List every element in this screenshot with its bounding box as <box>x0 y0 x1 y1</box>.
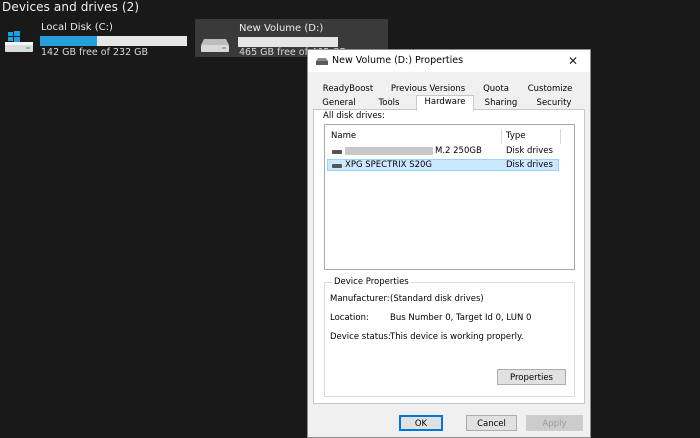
drive-model-name: XPG SPECTRIX S20G <box>345 160 432 170</box>
ok-button[interactable]: OK <box>399 415 443 431</box>
drive-type: Disk drives <box>506 160 553 170</box>
tab-sharing[interactable]: Sharing <box>480 97 522 109</box>
group-title: Device Properties <box>332 277 411 287</box>
drive-name: New Volume (D:) <box>239 23 324 34</box>
drive-type: Disk drives <box>506 146 553 156</box>
list-item[interactable]: M.2 250GB Disk drives <box>327 145 559 157</box>
drive-usage-bar <box>40 36 187 46</box>
tab-previous-versions[interactable]: Previous Versions <box>390 83 466 95</box>
tab-tools[interactable]: Tools <box>370 97 408 109</box>
device-status-label: Device status: <box>330 332 391 342</box>
column-divider[interactable] <box>501 129 502 144</box>
disk-drive-icon <box>332 164 342 168</box>
tab-readyboost[interactable]: ReadyBoost <box>322 83 374 95</box>
drive-name: Local Disk (C:) <box>41 22 113 33</box>
apply-button: Apply <box>526 415 583 431</box>
close-icon: ✕ <box>567 54 579 68</box>
manufacturer-label: Manufacturer: <box>330 294 390 304</box>
tab-quota[interactable]: Quota <box>477 83 515 95</box>
device-status-value: This device is working properly. <box>390 332 524 342</box>
list-item-selected[interactable]: XPG SPECTRIX S20G Disk drives <box>327 159 559 171</box>
manufacturer-value: (Standard disk drives) <box>390 294 484 304</box>
drive-free-text: 142 GB free of 232 GB <box>41 47 149 58</box>
column-header-name[interactable]: Name <box>331 131 356 141</box>
column-divider[interactable] <box>560 129 561 144</box>
dialog-title: New Volume (D:) Properties <box>332 55 464 66</box>
device-properties-group: Device Properties Manufacturer: (Standar… <box>324 277 575 397</box>
dialog-titlebar[interactable]: New Volume (D:) Properties ✕ <box>308 50 590 72</box>
drive-usage-bar <box>238 37 338 47</box>
properties-button[interactable]: Properties <box>497 369 566 385</box>
column-header-type[interactable]: Type <box>506 131 526 141</box>
tab-security[interactable]: Security <box>532 97 576 109</box>
hardware-panel: All disk drives: Name Type M.2 250GB Dis… <box>313 109 585 404</box>
all-disk-drives-label: All disk drives: <box>323 111 385 121</box>
tab-general[interactable]: General <box>318 97 360 109</box>
disk-drives-list[interactable]: Name Type M.2 250GB Disk drives XPG SPEC… <box>324 124 575 270</box>
close-button[interactable]: ✕ <box>558 50 588 72</box>
tab-hardware[interactable]: Hardware <box>416 95 474 111</box>
drive-tile-c[interactable]: Local Disk (C:) 142 GB free of 232 GB <box>0 20 190 58</box>
redacted-text <box>345 147 433 155</box>
location-value: Bus Number 0, Target Id 0, LUN 0 <box>390 313 532 323</box>
hard-drive-icon <box>201 39 229 52</box>
drive-usage-fill <box>40 36 98 46</box>
location-label: Location: <box>330 313 369 323</box>
properties-dialog: New Volume (D:) Properties ✕ ReadyBoost … <box>307 49 591 438</box>
cancel-button[interactable]: Cancel <box>466 415 517 431</box>
tab-customize[interactable]: Customize <box>524 83 576 95</box>
drive-model-name: M.2 250GB <box>435 146 482 156</box>
section-title: Devices and drives (2) <box>2 0 140 14</box>
windows-drive-icon <box>5 31 33 52</box>
disk-drive-icon <box>332 150 342 154</box>
drive-icon <box>316 58 328 65</box>
